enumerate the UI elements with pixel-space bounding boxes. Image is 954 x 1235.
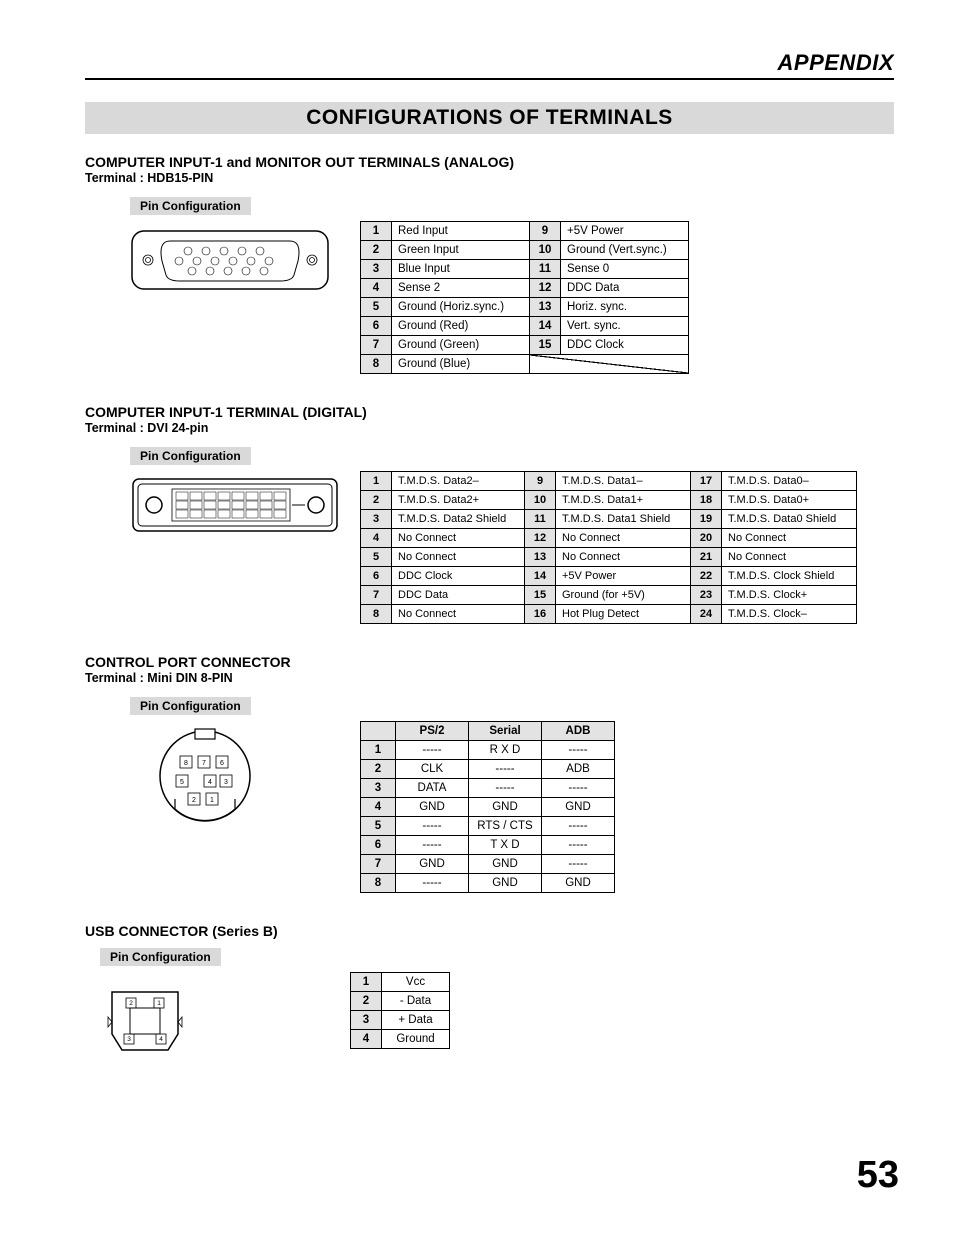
table-row: 4No Connect12No Connect20No Connect [361,529,857,548]
section-usb: USB CONNECTOR (Series B) Pin Configurati… [85,923,894,1062]
table-row: 5-----RTS / CTS----- [361,817,615,836]
table-row: 3T.M.D.S. Data2 Shield11T.M.D.S. Data1 S… [361,510,857,529]
table-row: 8No Connect16Hot Plug Detect24T.M.D.S. C… [361,605,857,624]
hdb15-table: 1Red Input9+5V Power 2Green Input10Groun… [360,221,689,374]
svg-text:1: 1 [210,797,214,804]
section1-heading: COMPUTER INPUT-1 and MONITOR OUT TERMINA… [85,154,894,170]
table-row: 8-----GNDGND [361,874,615,893]
pin-config-label-1: Pin Configuration [130,197,251,215]
svg-text:7: 7 [202,760,206,767]
table-row: 4GNDGNDGND [361,798,615,817]
svg-text:8: 8 [184,760,188,767]
table-row: 2Green Input10Ground (Vert.sync.) [361,241,689,260]
minidin-table: PS/2SerialADB 1-----R X D----- 2CLK-----… [360,721,615,893]
table-row: 5No Connect13No Connect21No Connect [361,548,857,567]
svg-text:2: 2 [192,797,196,804]
pin-config-label-3: Pin Configuration [130,697,251,715]
svg-text:3: 3 [127,1036,131,1043]
section-hdb15: COMPUTER INPUT-1 and MONITOR OUT TERMINA… [85,154,894,374]
table-row: 2T.M.D.S. Data2+10T.M.D.S. Data1+18T.M.D… [361,491,857,510]
table-row: 2- Data [351,992,450,1011]
table-row: 4Ground [351,1030,450,1049]
appendix-header: APPENDIX [85,50,894,76]
section2-sub: Terminal : DVI 24-pin [85,421,894,435]
svg-text:4: 4 [208,779,212,786]
table-row: 7GNDGND----- [361,855,615,874]
pin-config-label-4: Pin Configuration [100,948,221,966]
table-row: 6-----T X D----- [361,836,615,855]
table-row: 7Ground (Green)15DDC Clock [361,336,689,355]
usb-table: 1Vcc 2- Data 3+ Data 4Ground [350,972,450,1049]
page-number: 53 [857,1154,899,1197]
section3-heading: CONTROL PORT CONNECTOR [85,654,894,670]
svg-text:6: 6 [220,760,224,767]
table-row: 3DATA---------- [361,779,615,798]
header-rule [85,78,894,80]
table-row: 1-----R X D----- [361,741,615,760]
svg-text:4: 4 [159,1036,163,1043]
table-row: 2CLK-----ADB [361,760,615,779]
section-dvi: COMPUTER INPUT-1 TERMINAL (DIGITAL) Term… [85,404,894,624]
table-row: 3+ Data [351,1011,450,1030]
svg-text:2: 2 [129,1000,133,1007]
svg-text:5: 5 [180,779,184,786]
table-row: 4Sense 212DDC Data [361,279,689,298]
table-row: 6Ground (Red)14Vert. sync. [361,317,689,336]
table-row: 8Ground (Blue) [361,355,689,374]
dvi-table: 1T.M.D.S. Data2–9T.M.D.S. Data1–17T.M.D.… [360,471,857,624]
section-minidin: CONTROL PORT CONNECTOR Terminal : Mini D… [85,654,894,893]
table-row: 1T.M.D.S. Data2–9T.M.D.S. Data1–17T.M.D.… [361,472,857,491]
table-row: 5Ground (Horiz.sync.)13Horiz. sync. [361,298,689,317]
table-row: 1Vcc [351,973,450,992]
minidin-diagram: 8 7 6 5 4 3 2 1 [130,721,350,831]
hdb15-diagram [130,221,350,301]
section4-heading: USB CONNECTOR (Series B) [85,923,894,939]
table-row: 6DDC Clock14+5V Power22T.M.D.S. Clock Sh… [361,567,857,586]
section2-heading: COMPUTER INPUT-1 TERMINAL (DIGITAL) [85,404,894,420]
section3-sub: Terminal : Mini DIN 8-PIN [85,671,894,685]
svg-text:1: 1 [157,1000,161,1007]
table-header: PS/2SerialADB [361,722,615,741]
main-title: CONFIGURATIONS OF TERMINALS [85,102,894,134]
pin-config-label-2: Pin Configuration [130,447,251,465]
section1-sub: Terminal : HDB15-PIN [85,171,894,185]
svg-text:3: 3 [224,779,228,786]
dvi-diagram [130,471,350,541]
table-row: 3Blue Input11Sense 0 [361,260,689,279]
table-row: 7DDC Data15Ground (for +5V)23T.M.D.S. Cl… [361,586,857,605]
usb-diagram: 2 1 3 4 [100,972,220,1062]
table-row: 1Red Input9+5V Power [361,222,689,241]
